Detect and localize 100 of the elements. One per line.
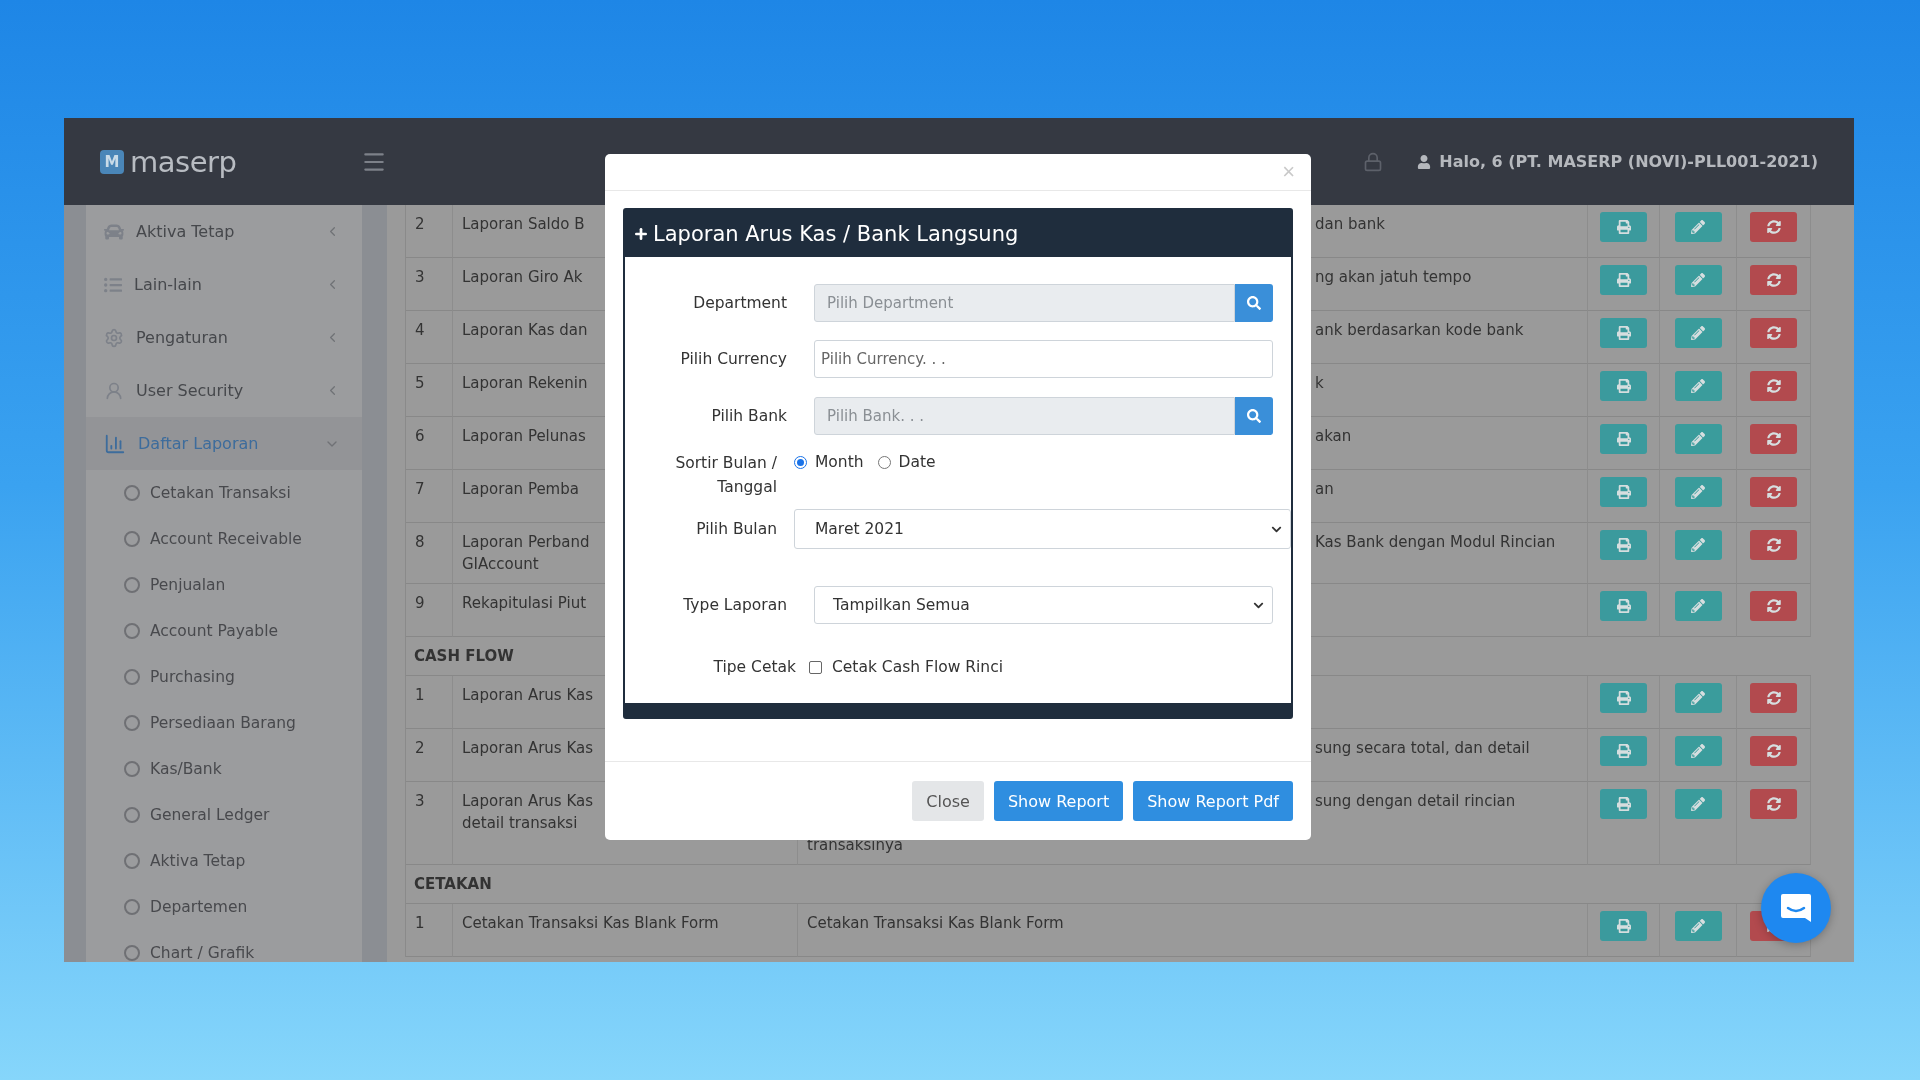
sidebar-item[interactable]: Lain-lain xyxy=(86,258,362,311)
report-description: ank berdasarkan kode bank xyxy=(1315,321,1524,339)
sidebar-subitem[interactable]: Persediaan Barang xyxy=(86,700,362,746)
edit-button[interactable] xyxy=(1674,212,1722,242)
print-button[interactable] xyxy=(1600,736,1647,766)
edit-button[interactable] xyxy=(1674,371,1722,401)
printer-icon xyxy=(1616,326,1631,340)
user-icon xyxy=(1417,154,1432,169)
print-button[interactable] xyxy=(1600,318,1647,348)
search-icon xyxy=(1247,409,1261,423)
bank-field[interactable]: Pilih Bank. . . xyxy=(814,397,1235,435)
report-description: akan xyxy=(1315,427,1352,445)
radio-option[interactable]: Month xyxy=(794,453,864,471)
refresh-button[interactable] xyxy=(1750,591,1797,621)
print-button[interactable] xyxy=(1600,683,1647,713)
edit-button[interactable] xyxy=(1674,789,1722,819)
refresh-button[interactable] xyxy=(1750,789,1797,819)
pencil-icon xyxy=(1691,691,1705,705)
row-number: 5 xyxy=(415,374,425,392)
print-button[interactable] xyxy=(1600,424,1647,454)
refresh-icon xyxy=(1766,538,1781,552)
printer-icon xyxy=(1616,432,1631,446)
refresh-button[interactable] xyxy=(1750,736,1797,766)
report-type-select[interactable]: Tampilkan Semua xyxy=(814,586,1273,624)
sidebar-subitem[interactable]: Aktiva Tetap xyxy=(86,838,362,884)
radio-option[interactable]: Date xyxy=(877,453,936,471)
search-button[interactable] xyxy=(1235,284,1273,322)
edit-button[interactable] xyxy=(1674,477,1722,507)
list-icon xyxy=(104,275,122,294)
month-select[interactable]: Maret 2021 xyxy=(794,509,1291,549)
print-button[interactable] xyxy=(1600,265,1647,295)
edit-button[interactable] xyxy=(1674,736,1722,766)
printer-icon xyxy=(1616,379,1631,393)
refresh-button[interactable] xyxy=(1750,212,1797,242)
edit-button[interactable] xyxy=(1674,591,1722,621)
refresh-button[interactable] xyxy=(1750,318,1797,348)
edit-button[interactable] xyxy=(1674,424,1722,454)
pencil-icon xyxy=(1691,797,1705,811)
edit-button[interactable] xyxy=(1674,683,1722,713)
chat-icon xyxy=(1779,892,1813,924)
refresh-button[interactable] xyxy=(1750,424,1797,454)
report-button[interactable]: Show Report Pdf xyxy=(1133,781,1293,821)
refresh-button[interactable] xyxy=(1750,530,1797,560)
sidebar-subitem[interactable]: Account Receivable xyxy=(86,516,362,562)
sidebar-subitem[interactable]: Chart / Grafik xyxy=(86,930,362,962)
sidebar-item[interactable]: User Security xyxy=(86,364,362,417)
row-number: 3 xyxy=(415,268,425,286)
currency-field[interactable]: Pilih Currency. . . xyxy=(814,340,1273,378)
refresh-button[interactable] xyxy=(1750,683,1797,713)
sidebar-subitem[interactable]: Departemen xyxy=(86,884,362,930)
search-button[interactable] xyxy=(1235,397,1273,435)
report-name: Laporan Arus Kas xyxy=(462,792,593,810)
print-button[interactable] xyxy=(1600,371,1647,401)
report-name: Cetakan Transaksi Kas Blank Form xyxy=(462,914,719,932)
sidebar-item[interactable]: Aktiva Tetap xyxy=(86,205,362,258)
report-button[interactable]: Show Report xyxy=(993,781,1124,821)
report-name: Laporan Arus Kas xyxy=(462,686,593,704)
close-dialog-button[interactable]: Close xyxy=(912,781,984,821)
edit-button[interactable] xyxy=(1674,265,1722,295)
section-title: CASH FLOW xyxy=(414,647,514,665)
refresh-button[interactable] xyxy=(1750,371,1797,401)
refresh-icon xyxy=(1766,326,1781,340)
user-greeting[interactable]: Halo, 6 (PT. MASERP (NOVI)-PLL001-2021) xyxy=(1417,152,1818,171)
edit-button[interactable] xyxy=(1674,911,1722,941)
report-description: Cetakan Transaksi Kas Blank Form xyxy=(807,914,1064,932)
sidebar-subitem[interactable]: Purchasing xyxy=(86,654,362,700)
sidebar-subitem[interactable]: Account Payable xyxy=(86,608,362,654)
pencil-icon xyxy=(1691,744,1705,758)
refresh-button[interactable] xyxy=(1750,477,1797,507)
refresh-button[interactable] xyxy=(1750,265,1797,295)
row-number: 2 xyxy=(415,739,425,757)
checkbox[interactable]: Cetak Cash Flow Rinci xyxy=(809,658,1004,676)
user-icon xyxy=(104,380,124,401)
refresh-icon xyxy=(1766,744,1781,758)
lock-icon[interactable] xyxy=(1363,151,1384,172)
print-button[interactable] xyxy=(1600,477,1647,507)
edit-button[interactable] xyxy=(1674,318,1722,348)
sidebar-subitem[interactable]: Kas/Bank xyxy=(86,746,362,792)
sidebar-subitem[interactable]: General Ledger xyxy=(86,792,362,838)
print-button[interactable] xyxy=(1600,591,1647,621)
refresh-icon xyxy=(1766,797,1781,811)
sidebar-item[interactable]: Daftar Laporan xyxy=(86,417,362,470)
print-button[interactable] xyxy=(1600,530,1647,560)
edit-button[interactable] xyxy=(1674,530,1722,560)
refresh-icon xyxy=(1766,485,1781,499)
sidebar-item[interactable]: Pengaturan xyxy=(86,311,362,364)
pencil-icon xyxy=(1691,538,1705,552)
print-button[interactable] xyxy=(1600,789,1647,819)
row-number: 3 xyxy=(415,792,425,810)
report-name: Laporan Saldo B xyxy=(462,215,585,233)
row-number: 1 xyxy=(415,914,425,932)
report-description: Kas Bank dengan Modul Rincian xyxy=(1315,533,1556,551)
sidebar-subitem[interactable]: Penjualan xyxy=(86,562,362,608)
print-button[interactable] xyxy=(1600,212,1647,242)
pencil-icon xyxy=(1691,485,1705,499)
sidebar-subitem[interactable]: Cetakan Transaksi xyxy=(86,470,362,516)
report-name: Laporan Kas dan xyxy=(462,321,588,339)
department-field[interactable]: Pilih Department xyxy=(814,284,1235,322)
print-button[interactable] xyxy=(1600,911,1647,941)
chat-popup[interactable] xyxy=(1761,873,1831,943)
